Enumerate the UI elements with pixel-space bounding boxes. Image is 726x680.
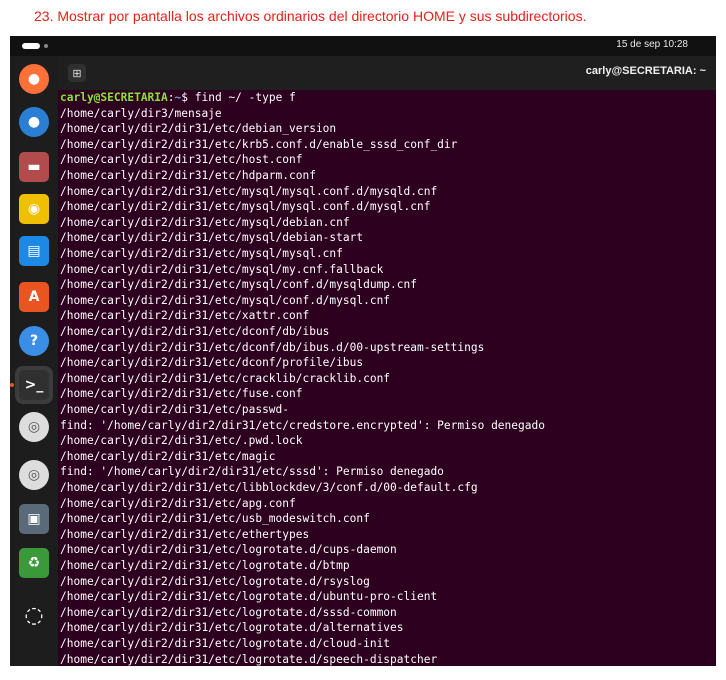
dock-item-app-center[interactable]: A <box>15 278 53 316</box>
output-line: /home/carly/dir2/dir31/etc/mysql/my.cnf.… <box>60 262 384 276</box>
dock-item-disc-2[interactable]: ◎ <box>15 456 53 494</box>
output-line: /home/carly/dir2/dir31/etc/mysql/conf.d/… <box>60 293 391 307</box>
output-line: /home/carly/dir2/dir31/etc/usb_modeswitc… <box>60 512 370 526</box>
help-icon: ? <box>19 326 49 356</box>
output-line: /home/carly/dir2/dir31/etc/apg.conf <box>60 496 296 510</box>
output-line: /home/carly/dir2/dir31/etc/ethertypes <box>60 527 310 541</box>
prompt-user: carly@SECRETARIA <box>60 91 168 104</box>
prompt-symbol: $ <box>181 91 195 104</box>
dock-item-disc-1[interactable]: ◎ <box>15 408 53 446</box>
dock-item-trash[interactable]: ♻ <box>15 544 53 582</box>
output-line: /home/carly/dir2/dir31/etc/.pwd.lock <box>60 434 303 448</box>
dock-item-rhythmbox[interactable]: ◉ <box>15 190 53 228</box>
running-indicator <box>10 383 14 387</box>
output-line: /home/carly/dir2/dir31/etc/cracklib/crac… <box>60 371 391 385</box>
workspace-dot <box>44 44 48 48</box>
output-line: /home/carly/dir2/dir31/etc/krb5.conf.d/e… <box>60 137 458 151</box>
output-line: /home/carly/dir2/dir31/etc/debian_versio… <box>60 122 337 136</box>
output-line: /home/carly/dir2/dir31/etc/logrotate.d/b… <box>60 559 350 572</box>
output-line: /home/carly/dir2/dir31/etc/logrotate.d/u… <box>60 590 438 604</box>
output-line: /home/carly/dir2/dir31/etc/logrotate.d/c… <box>60 543 397 557</box>
dock-item-apps-grid[interactable]: ◌ <box>15 596 53 634</box>
output-line: /home/carly/dir2/dir31/etc/magic <box>60 449 276 463</box>
dock-item-thunderbird[interactable]: ● <box>15 103 53 141</box>
disc-icon: ◎ <box>19 412 49 442</box>
firefox-icon: ● <box>19 64 49 94</box>
new-tab-icon: ⊞ <box>72 67 82 80</box>
output-line: /home/carly/dir2/dir31/etc/mysql/mysql.c… <box>60 200 431 214</box>
prompt-line: carly@SECRETARIA:~$ find ~/ -type f <box>60 90 296 106</box>
activities-indicator[interactable] <box>22 43 40 49</box>
output-line: /home/carly/dir2/dir31/etc/logrotate.d/s… <box>60 605 397 619</box>
output-line: /home/carly/dir2/dir31/etc/dconf/profile… <box>60 356 364 370</box>
terminal-output[interactable]: carly@SECRETARIA:~$ find ~/ -type f /hom… <box>58 90 716 666</box>
output-line: /home/carly/dir2/dir31/etc/logrotate.d/c… <box>60 637 391 650</box>
document-icon: ▤ <box>19 236 49 266</box>
output-line: /home/carly/dir2/dir31/etc/dconf/db/ibus <box>60 325 330 338</box>
dock-item-terminal[interactable]: >_ <box>15 366 53 404</box>
desktop-screen: 15 de sep 10:28 ● ● ▬ ◉ ▤ A? >_ ◎ ◎ ▣ ♻ ◌ ⊞ carly@S… <box>10 36 716 666</box>
output-line: /home/carly/dir2/dir31/etc/fuse.conf <box>60 387 303 401</box>
output-line: /home/carly/dir2/dir31/etc/logrotate.d/s… <box>60 652 438 666</box>
exercise-caption: 23. Mostrar por pantalla los archivos or… <box>34 8 587 24</box>
output-line: /home/carly/dir2/dir31/etc/host.conf <box>60 153 303 167</box>
command-text: find ~/ -type f <box>194 91 296 104</box>
speaker-icon: ◉ <box>19 194 49 224</box>
dock-item-files[interactable]: ▬ <box>15 148 53 186</box>
top-bar: 15 de sep 10:28 <box>10 36 716 56</box>
output-line: /home/carly/dir2/dir31/etc/xattr.conf <box>60 309 310 323</box>
output-line: /home/carly/dir2/dir31/etc/logrotate.d/r… <box>60 574 370 588</box>
output-line: find: '/home/carly/dir2/dir31/etc/credst… <box>60 418 545 432</box>
output-line: /home/carly/dir2/dir31/etc/passwd- <box>60 403 290 416</box>
window-title: carly@SECRETARIA: ~ <box>585 65 706 77</box>
dock-item-help[interactable]: ? <box>15 322 53 360</box>
prompt-separator: : <box>167 91 175 104</box>
output-line: /home/carly/dir2/dir31/etc/mysql/mysql.c… <box>60 184 438 198</box>
output-line: /home/carly/dir2/dir31/etc/mysql/debian.… <box>60 215 350 229</box>
output-line: find: '/home/carly/dir2/dir31/etc/sssd':… <box>60 465 444 479</box>
dock-item-writer[interactable]: ▤ <box>15 232 53 270</box>
output-line: /home/carly/dir2/dir31/etc/hdparm.conf <box>60 169 316 182</box>
clock[interactable]: 15 de sep 10:28 <box>616 39 688 50</box>
floppy-icon: ▣ <box>19 504 49 534</box>
thunderbird-icon: ● <box>19 107 49 137</box>
ubuntu-logo-icon: ◌ <box>24 602 44 628</box>
terminal-icon: >_ <box>19 370 49 400</box>
output-line: /home/carly/dir2/dir31/etc/mysql/conf.d/… <box>60 278 417 292</box>
terminal-titlebar: ⊞ carly@SECRETARIA: ~ <box>58 56 716 90</box>
output-line: /home/carly/dir2/dir31/etc/dconf/db/ibus… <box>60 340 485 354</box>
output-line: /home/carly/dir2/dir31/etc/mysql/mysql.c… <box>60 247 343 260</box>
output-line: /home/carly/dir2/dir31/etc/mysql/debian-… <box>60 231 364 245</box>
output-line: /home/carly/dir2/dir31/etc/libblockdev/3… <box>60 481 478 494</box>
dock: ● ● ▬ ◉ ▤ A? >_ ◎ ◎ ▣ ♻ ◌ <box>10 56 58 666</box>
output-line: /home/carly/dir2/dir31/etc/logrotate.d/a… <box>60 621 404 635</box>
output-line: /home/carly/dir3/mensaje <box>60 106 222 120</box>
dock-item-firefox[interactable]: ● <box>15 60 53 98</box>
app-center-icon: A <box>19 282 49 312</box>
trash-icon: ♻ <box>19 548 49 578</box>
folder-icon: ▬ <box>19 152 49 182</box>
disc-icon: ◎ <box>19 460 49 490</box>
dock-item-save[interactable]: ▣ <box>15 500 53 538</box>
new-tab-button[interactable]: ⊞ <box>68 64 86 82</box>
